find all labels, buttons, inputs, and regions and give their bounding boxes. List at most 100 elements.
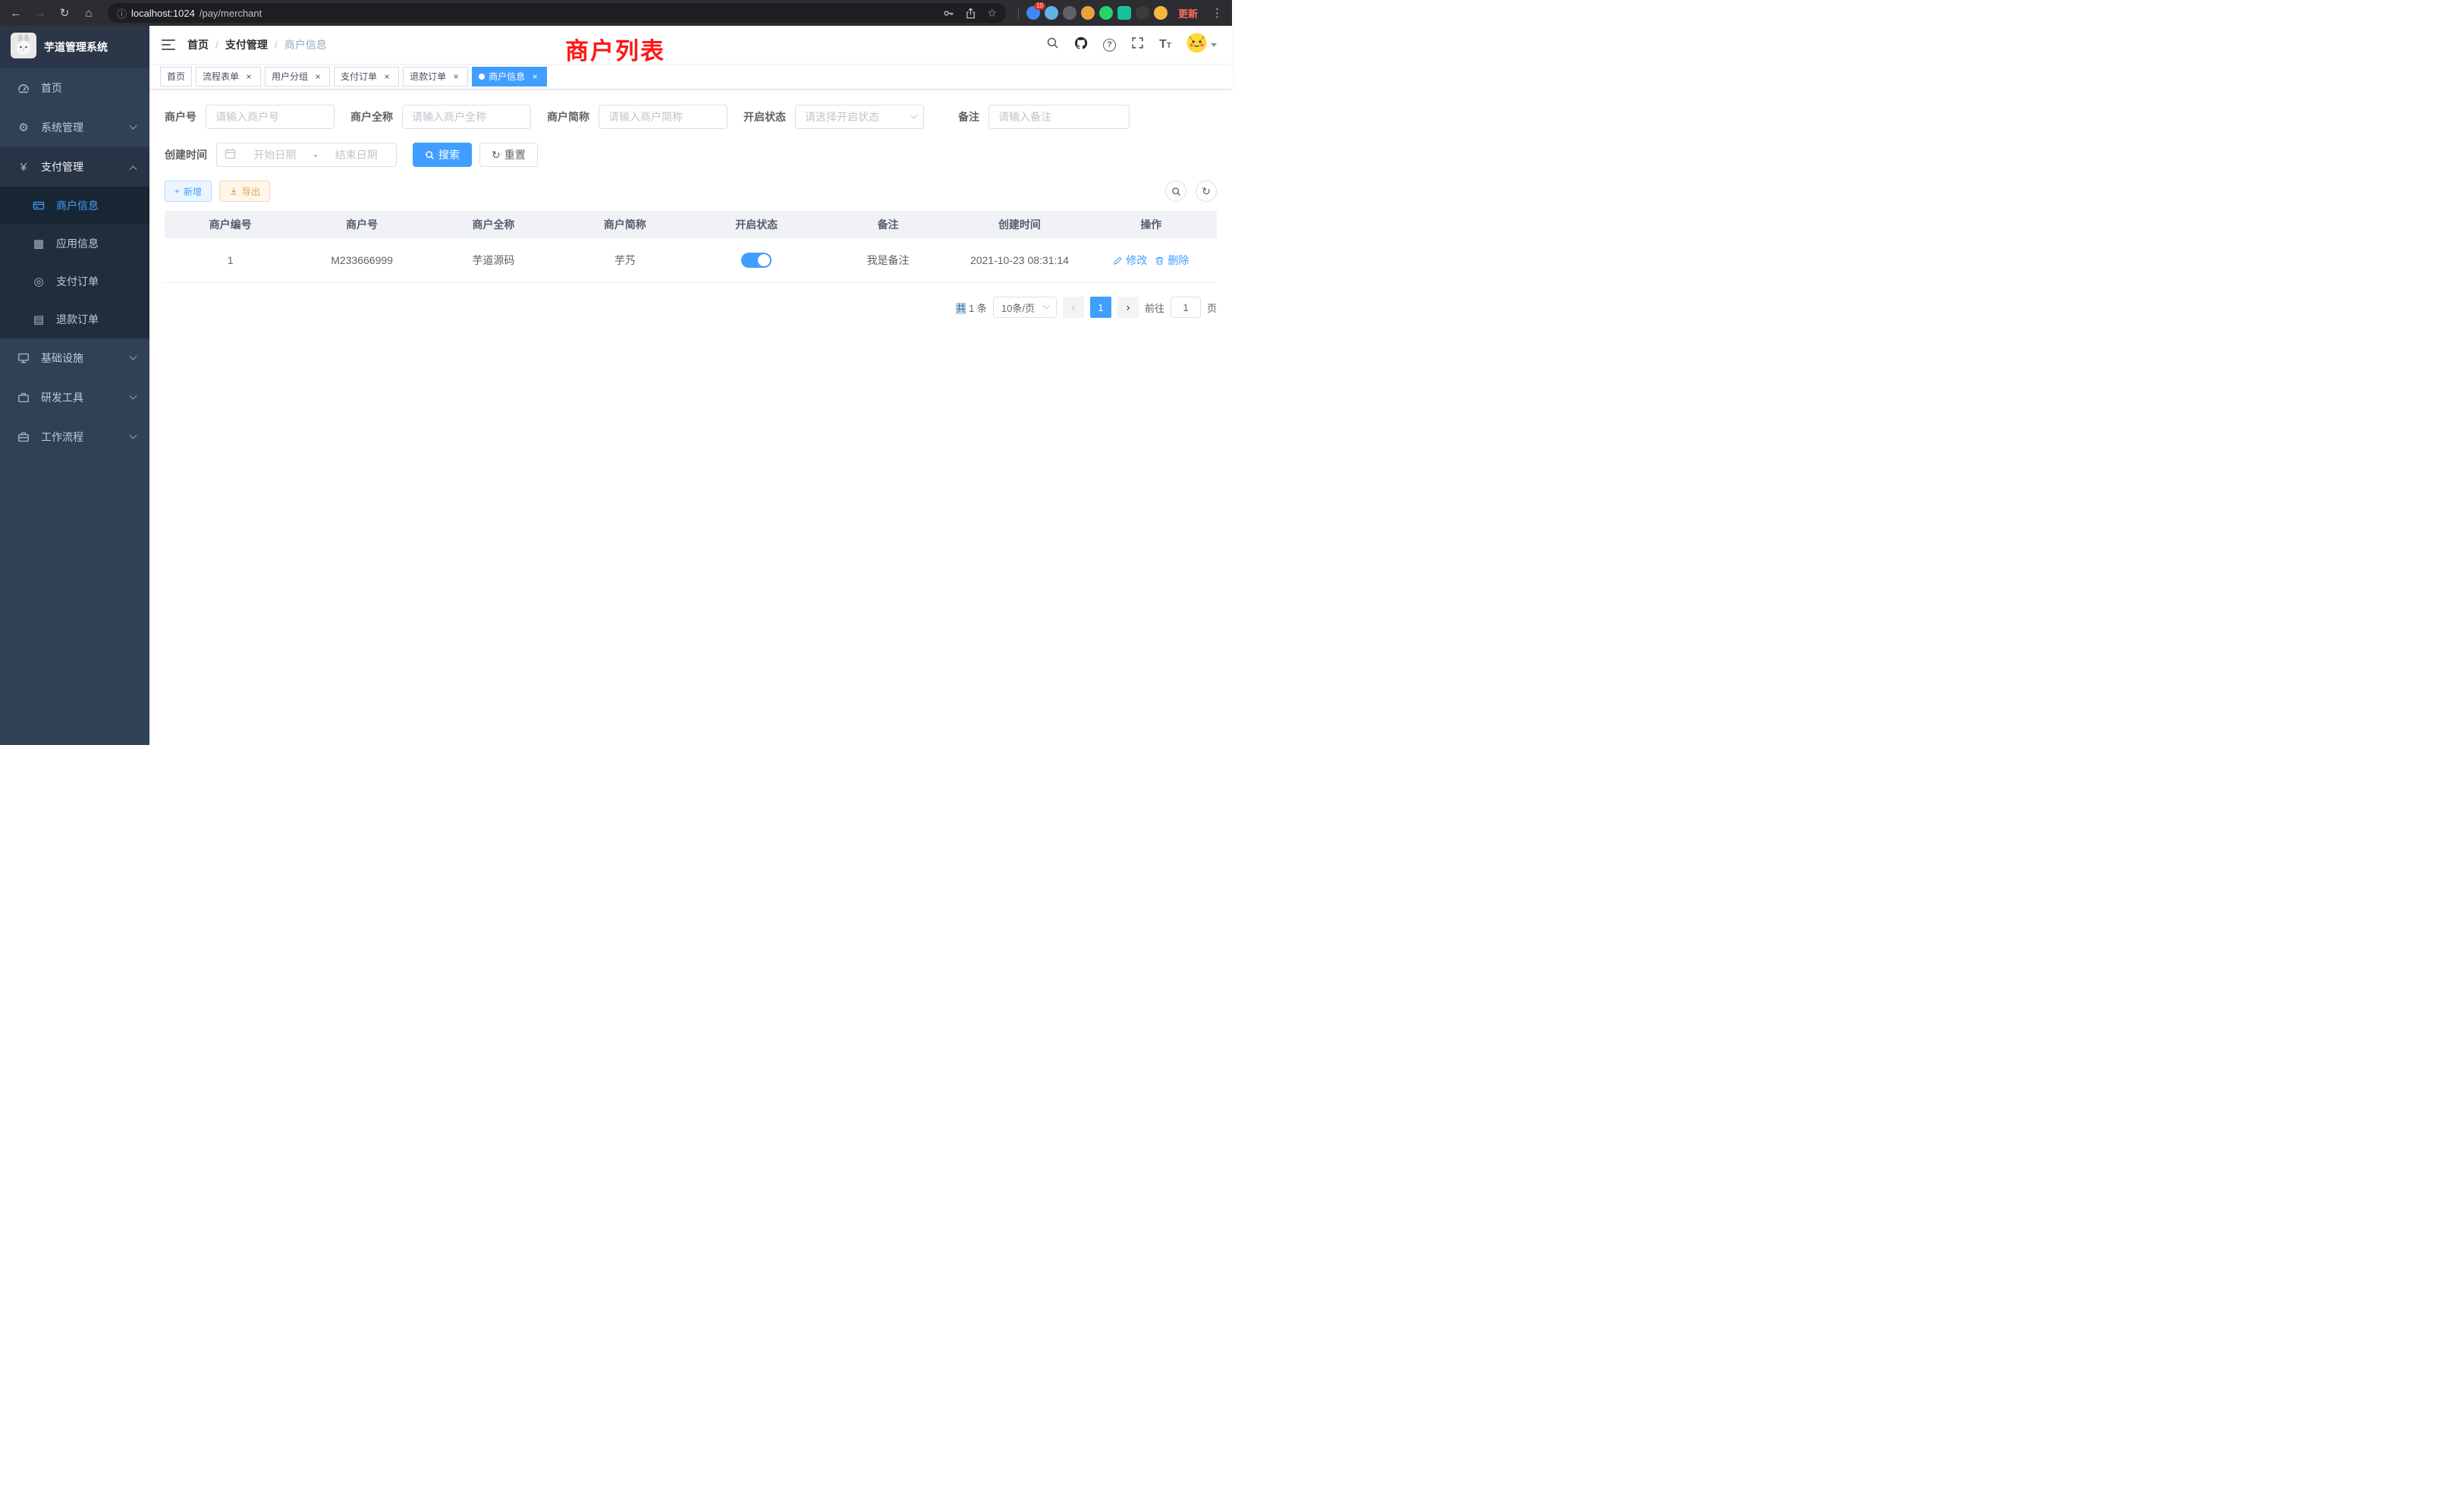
pagination-total: 共 1 条 [956, 300, 986, 315]
extension-icon-5[interactable] [1099, 6, 1113, 20]
close-icon[interactable]: × [313, 71, 323, 82]
prev-page-button[interactable]: ‹ [1063, 297, 1084, 318]
table-toolbar: + 新增 导出 ↻ [165, 181, 1217, 202]
hamburger-icon[interactable] [149, 39, 187, 51]
tab-refund-orders[interactable]: 退款订单 × [403, 67, 468, 86]
status-toggle[interactable] [741, 253, 772, 268]
extension-icon-7[interactable] [1136, 6, 1149, 20]
close-icon[interactable]: × [451, 71, 461, 82]
sidebar-item-label: 工作流程 [41, 429, 130, 445]
extension-icon-8[interactable] [1154, 6, 1168, 20]
refresh-table-button[interactable]: ↻ [1196, 181, 1217, 202]
fullscreen-icon[interactable] [1131, 36, 1144, 53]
sidebar-item-label: 支付管理 [41, 159, 130, 174]
home-icon[interactable]: ⌂ [79, 3, 99, 23]
merchant-no-input[interactable] [206, 105, 335, 129]
reload-icon[interactable]: ↻ [55, 3, 74, 23]
sidebar-item-system[interactable]: ⚙ 系统管理 [0, 108, 149, 147]
column-header: 商户编号 [165, 217, 296, 232]
sidebar-item-pay-orders[interactable]: ◎ 支付订单 [0, 262, 149, 300]
column-header: 商户简称 [559, 217, 690, 232]
site-info-icon[interactable]: ⓘ [117, 6, 127, 20]
share-icon[interactable] [965, 8, 976, 19]
user-menu[interactable] [1186, 33, 1217, 57]
reset-button[interactable]: ↻ 重置 [479, 143, 538, 167]
extension-icon-2[interactable] [1045, 6, 1058, 20]
chrome-update-button[interactable]: 更新 [1172, 4, 1204, 23]
delete-button[interactable]: 删除 [1155, 253, 1189, 268]
add-button[interactable]: + 新增 [165, 181, 212, 202]
password-key-icon[interactable] [943, 8, 954, 19]
breadcrumb-current: 商户信息 [284, 37, 327, 52]
card-icon [30, 200, 47, 212]
edit-button[interactable]: 修改 [1113, 253, 1147, 268]
url-host: localhost:1024 [131, 8, 195, 19]
sidebar-item-workflow[interactable]: 工作流程 [0, 417, 149, 457]
navbar: 首页 / 支付管理 / 商户信息 ? TT [149, 26, 1232, 64]
back-icon[interactable]: ← [6, 3, 26, 23]
breadcrumb-payment[interactable]: 支付管理 [225, 37, 268, 52]
sidebar-item-app-info[interactable]: ▦ 应用信息 [0, 225, 149, 262]
goto-page-input[interactable] [1171, 297, 1201, 318]
font-size-icon[interactable]: TT [1159, 38, 1171, 52]
sidebar-item-infrastructure[interactable]: 基础设施 [0, 338, 149, 378]
status-select[interactable] [795, 105, 924, 129]
bookmark-star-icon[interactable]: ☆ [987, 7, 997, 20]
plus-icon: + [174, 186, 180, 196]
browser-menu-icon[interactable]: ⋮ [1208, 6, 1226, 20]
tab-home[interactable]: 首页 [160, 67, 192, 86]
sidebar-item-refund-orders[interactable]: ▤ 退款订单 [0, 300, 149, 338]
extension-badge: 10 [1034, 2, 1045, 10]
grid-icon: ▦ [30, 237, 47, 250]
export-button[interactable]: 导出 [219, 181, 270, 202]
sidebar-item-dev-tools[interactable]: 研发工具 [0, 378, 149, 417]
cell-merchant-no: M233666999 [296, 254, 427, 266]
tab-pay-orders[interactable]: 支付订单 × [334, 67, 399, 86]
merchant-shortname-input[interactable] [599, 105, 728, 129]
sidebar-item-payment[interactable]: ¥ 支付管理 [0, 147, 149, 187]
column-header: 备注 [822, 217, 954, 232]
toolbox-icon [15, 391, 32, 404]
user-avatar [1186, 33, 1207, 57]
help-icon[interactable]: ? [1103, 39, 1116, 52]
address-bar[interactable]: ⓘ localhost:1024 /pay/merchant ☆ [108, 3, 1006, 23]
cell-merchant-id: 1 [165, 254, 296, 266]
browser-chrome: ← → ↻ ⌂ ⓘ localhost:1024 /pay/merchant ☆… [0, 0, 1232, 26]
page-size-select[interactable]: 10条/页 [993, 297, 1057, 318]
page-1-button[interactable]: 1 [1090, 297, 1111, 318]
close-icon[interactable]: × [530, 71, 540, 82]
monitor-icon [15, 352, 32, 364]
extension-icon-4[interactable] [1081, 6, 1095, 20]
search-button[interactable]: 搜索 [413, 143, 472, 167]
forward-icon[interactable]: → [30, 3, 50, 23]
remark-input[interactable] [988, 105, 1130, 129]
date-range-picker[interactable]: 开始日期 - 结束日期 [216, 143, 397, 167]
logo[interactable]: 芋道管理系统 [0, 26, 149, 68]
extension-icon-3[interactable] [1063, 6, 1076, 20]
chevron-up-icon [130, 165, 137, 173]
merchant-name-input[interactable] [402, 105, 531, 129]
next-page-button[interactable]: › [1117, 297, 1139, 318]
tab-process-form[interactable]: 流程表单 × [196, 67, 261, 86]
coin-icon: ◎ [30, 275, 47, 288]
page-size-value: 10条/页 [1001, 300, 1035, 315]
breadcrumb-home[interactable]: 首页 [187, 37, 209, 52]
tab-user-group[interactable]: 用户分组 × [265, 67, 330, 86]
sidebar-item-label: 支付订单 [56, 274, 136, 289]
sidebar-item-home[interactable]: 首页 [0, 68, 149, 108]
sidebar-item-merchant-info[interactable]: 商户信息 [0, 187, 149, 225]
tab-label: 商户信息 [489, 70, 525, 83]
search-icon[interactable] [1046, 36, 1059, 53]
tab-merchant-info[interactable]: 商户信息 × [472, 67, 547, 86]
close-icon[interactable]: × [382, 71, 392, 82]
sidebar-item-label: 首页 [41, 80, 136, 96]
toggle-search-button[interactable] [1165, 181, 1186, 202]
close-icon[interactable]: × [244, 71, 254, 82]
sidebar-item-label: 研发工具 [41, 390, 130, 405]
dashboard-icon [15, 82, 32, 94]
extension-icon-1[interactable]: 10 [1026, 6, 1040, 20]
cell-remark: 我是备注 [822, 253, 954, 268]
extension-icon-6[interactable] [1117, 6, 1131, 20]
column-header: 商户全称 [428, 217, 559, 232]
github-icon[interactable] [1074, 36, 1088, 54]
